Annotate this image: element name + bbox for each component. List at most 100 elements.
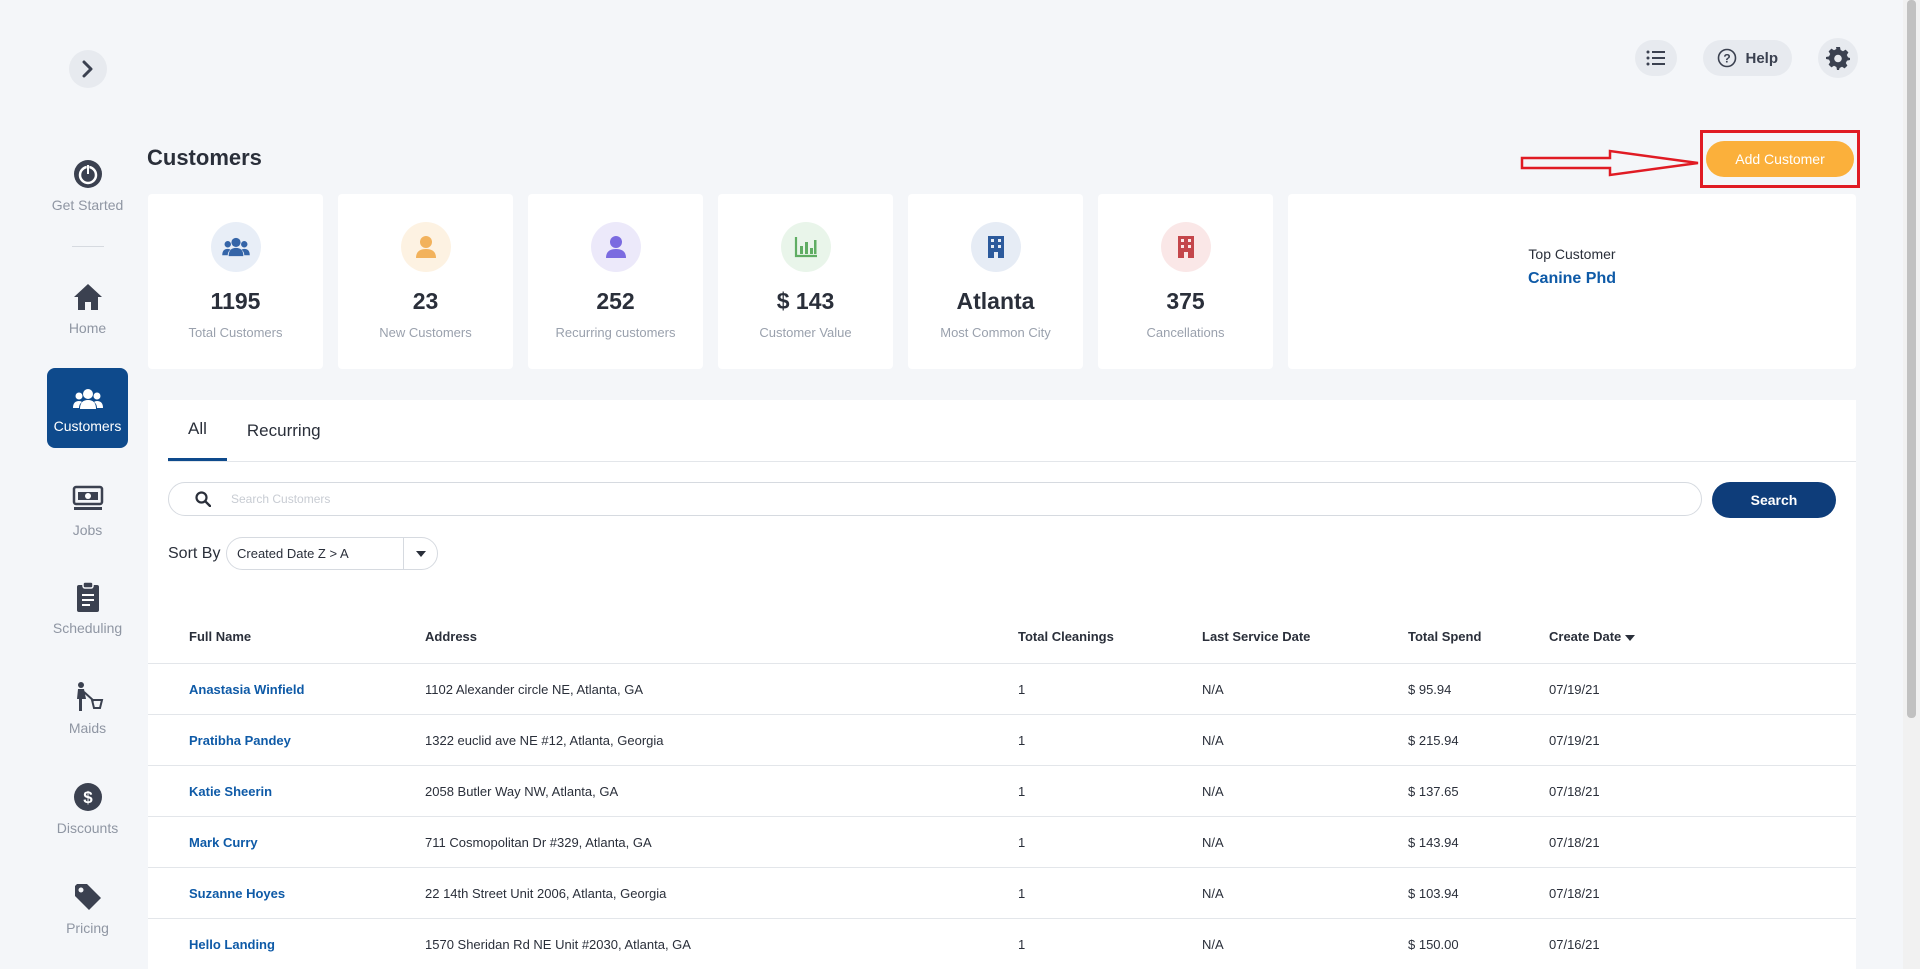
address-cell: 2058 Butler Way NW, Atlanta, GA [425,783,619,799]
address-cell: 1322 euclid ave NE #12, Atlanta, Georgia [425,732,664,748]
list-icon [1646,50,1666,66]
add-customer-button[interactable]: Add Customer [1706,141,1854,177]
caret-down-icon[interactable] [403,538,437,569]
cleanings-cell: 1 [1018,885,1026,901]
column-header[interactable]: Total Spend [1408,629,1549,644]
stat-label: New Customers [379,325,472,340]
page-title: Customers [147,145,262,170]
chart-icon [780,222,831,272]
table-row: Hello Landing 1570 Sheridan Rd NE Unit #… [148,919,1856,969]
search-icon [195,491,211,507]
create-date-cell: 07/19/21 [1549,732,1600,748]
settings-button[interactable] [1818,38,1858,78]
sidebar-item-label: Home [68,320,107,336]
annotation-arrow [1520,149,1699,177]
stat-card-new-customers: 23 New Customers [338,194,513,369]
spend-cell: $ 215.94 [1408,732,1459,748]
customer-name-link[interactable]: Mark Curry [148,835,425,850]
dollar-icon: $ [71,780,105,814]
stat-value: 1195 [210,288,261,314]
customer-name-link[interactable]: Katie Sheerin [148,784,425,799]
search-button[interactable]: Search [1712,482,1836,518]
column-header-create-date[interactable]: Create Date [1549,629,1749,644]
customer-name-link[interactable]: Hello Landing [148,937,425,952]
stat-card-cancellations: 375 Cancellations [1098,194,1273,369]
column-header[interactable]: Total Cleanings [1018,629,1202,644]
top-toolbar: ? Help [1635,38,1858,78]
sidebar-item-maids[interactable]: Maids [47,680,128,736]
sidebar-item-customers[interactable]: Customers [47,368,128,448]
stat-value: 252 [596,288,635,314]
stat-value: 375 [1166,288,1205,314]
clipboard-icon [71,580,105,614]
svg-text:?: ? [1724,52,1731,66]
cleanings-cell: 1 [1018,936,1026,952]
power-icon [71,157,105,191]
help-label: Help [1745,49,1778,67]
sort-select[interactable]: Created Date Z > A [226,537,438,570]
stat-label: Customer Value [759,325,852,340]
sidebar-toggle-button[interactable] [69,50,107,88]
stat-value: Atlanta [956,288,1035,314]
top-customer-link[interactable]: Canine Phd [1528,270,1616,288]
spend-cell: $ 95.94 [1408,681,1452,697]
stat-label: Most Common City [940,325,1051,340]
sidebar-item-label: Maids [68,720,107,736]
customer-name-link[interactable]: Suzanne Hoyes [148,886,425,901]
last-service-cell: N/A [1202,885,1224,901]
customer-name-link[interactable]: Anastasia Winfield [148,682,425,697]
column-header[interactable]: Last Service Date [1202,629,1408,644]
sidebar-item-pricing[interactable]: Pricing [47,880,128,936]
column-header[interactable]: Full Name [148,629,425,644]
sidebar-item-get-started[interactable]: Get Started [47,157,128,213]
table-row: Anastasia Winfield 1102 Alexander circle… [148,664,1856,715]
sidebar-item-label: Scheduling [52,620,123,636]
column-header[interactable]: Address [425,629,1018,644]
list-view-button[interactable] [1635,40,1678,76]
sort-value: Created Date Z > A [237,546,349,561]
building-icon [970,222,1021,272]
question-icon: ? [1718,48,1737,68]
tab-recurring[interactable]: Recurring [227,400,341,461]
highlight-frame: Add Customer [1700,130,1860,188]
search-input[interactable] [231,492,1631,506]
page-scrollbar[interactable] [1903,0,1920,969]
stat-card-total-customers: 1195 Total Customers [148,194,323,369]
stat-label: Cancellations [1146,325,1225,340]
sidebar-item-home[interactable]: Home [47,280,128,336]
gear-icon [1826,47,1850,70]
column-header-label: Create Date [1549,629,1622,644]
cleanings-cell: 1 [1018,732,1026,748]
last-service-cell: N/A [1202,732,1224,748]
customer-name-link[interactable]: Pratibha Pandey [148,733,425,748]
table-row: Suzanne Hoyes 22 14th Street Unit 2006, … [148,868,1856,919]
stat-label: Total Customers [188,325,283,340]
nav-divider [72,246,104,247]
table-row: Mark Curry 711 Cosmopolitan Dr #329, Atl… [148,817,1856,868]
sidebar-item-scheduling[interactable]: Scheduling [47,580,128,636]
tab-bar: All Recurring [168,400,341,461]
top-customer-card: Top Customer Canine Phd [1288,194,1856,369]
tab-all[interactable]: All [168,400,227,461]
sidebar-item-label: Get Started [51,197,124,213]
customers-table: Full Name Address Total Cleanings Last S… [148,610,1856,969]
table-header: Full Name Address Total Cleanings Last S… [148,610,1856,664]
sidebar-item-label: Discounts [56,820,119,836]
jobs-icon [71,482,105,516]
sort-label: Sort By [168,545,221,562]
address-cell: 22 14th Street Unit 2006, Atlanta, Georg… [425,885,667,901]
help-button[interactable]: ? Help [1703,40,1792,76]
sort-desc-icon [1625,634,1636,641]
svg-text:$: $ [83,788,93,807]
tab-divider [168,461,1856,462]
last-service-cell: N/A [1202,681,1224,697]
last-service-cell: N/A [1202,783,1224,799]
sidebar-item-discounts[interactable]: $ Discounts [47,780,128,836]
spend-cell: $ 137.65 [1408,783,1459,799]
create-date-cell: 07/19/21 [1549,681,1600,697]
stat-card-customer-value: $ 143 Customer Value [718,194,893,369]
tag-icon [71,880,105,914]
sidebar-item-jobs[interactable]: Jobs [47,482,128,538]
scrollbar-thumb[interactable] [1907,0,1916,718]
sidebar-item-label: Pricing [66,920,109,936]
